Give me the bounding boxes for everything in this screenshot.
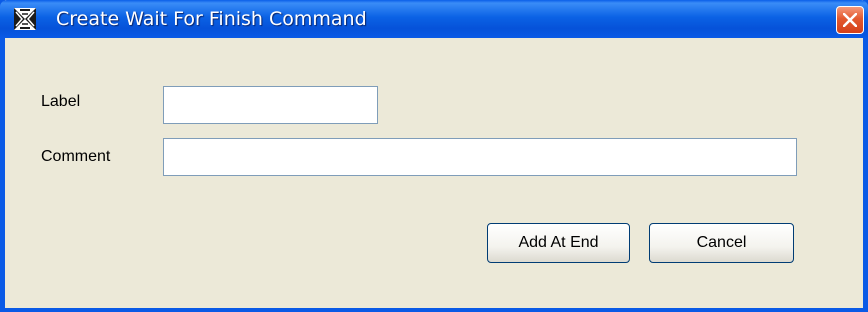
comment-field-label: Comment (41, 148, 111, 165)
add-at-end-button[interactable]: Add At End (487, 223, 630, 263)
dialog-window: Create Wait For Finish Command Label Com… (0, 0, 868, 312)
comment-input[interactable] (163, 138, 797, 176)
label-field-label: Label (41, 93, 81, 110)
app-icon (14, 8, 36, 30)
label-input[interactable] (163, 86, 378, 124)
close-button[interactable] (836, 6, 864, 34)
window-title: Create Wait For Finish Command (56, 8, 367, 30)
close-icon (843, 13, 857, 27)
cancel-button[interactable]: Cancel (649, 223, 794, 263)
title-bar[interactable]: Create Wait For Finish Command (0, 0, 868, 38)
